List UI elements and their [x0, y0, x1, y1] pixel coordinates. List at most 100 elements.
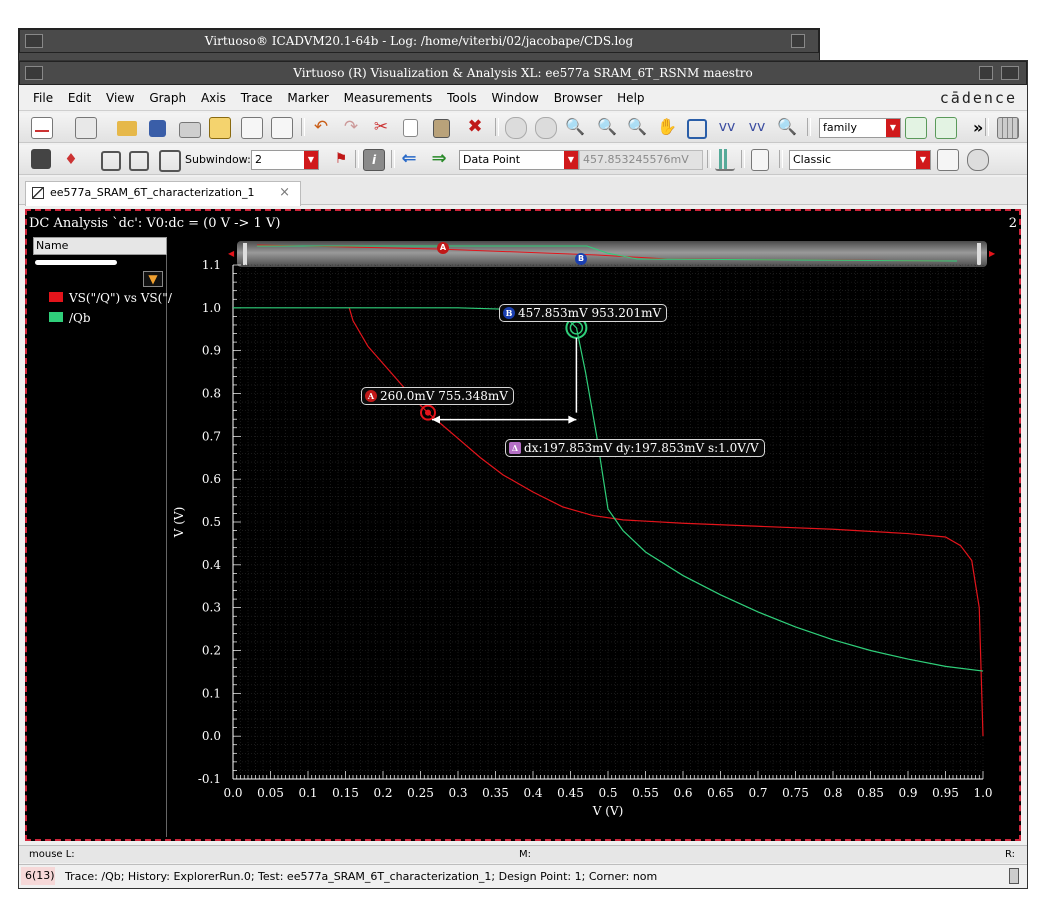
log-window-titlebar[interactable]: Virtuoso® ICADVM20.1-64b - Log: /home/vi…	[19, 29, 819, 53]
x-tick-label: 0.9	[898, 786, 917, 800]
log-window-menu-button[interactable]	[25, 34, 43, 48]
menu-tools[interactable]: Tools	[447, 87, 477, 109]
legend-filter-icon[interactable]: ▼	[143, 271, 163, 287]
subwindow-combo[interactable]: 2 ▼	[251, 150, 319, 170]
menu-trace[interactable]: Trace	[241, 87, 273, 109]
rows-layout-icon[interactable]	[101, 151, 121, 171]
print-plot-icon[interactable]	[209, 117, 231, 139]
style-combo-value: Classic	[793, 153, 832, 166]
info-icon[interactable]: i	[363, 149, 385, 171]
toolbar-separator	[807, 118, 811, 136]
grid-icon[interactable]	[997, 117, 1019, 139]
calculator-icon[interactable]	[751, 149, 769, 171]
zoom-y-icon[interactable]: ᴠᴠ	[747, 117, 767, 137]
settings-icon[interactable]	[967, 149, 989, 171]
menu-view[interactable]: View	[106, 87, 134, 109]
x-tick-label: 0.15	[332, 786, 359, 800]
chevron-down-icon: ▼	[916, 151, 930, 169]
x-tick-label: 0.35	[482, 786, 509, 800]
toolbar-overflow[interactable]: »	[973, 118, 983, 137]
mouse-l-status: mouse L:	[29, 849, 75, 860]
delete-icon[interactable]: ✖	[465, 117, 485, 137]
menu-measurements[interactable]: Measurements	[344, 87, 433, 109]
right-arrow-icon[interactable]: ⇒	[429, 149, 449, 169]
y-axis-label: V (V)	[172, 507, 186, 539]
legend-label-qb: /Qb	[69, 311, 91, 325]
tab-close-icon[interactable]: ×	[279, 182, 290, 204]
flag-icon[interactable]: ⚑	[331, 149, 351, 169]
delta-marker-label[interactable]: Δdx:197.853mV dy:197.853mV s:1.0V/V	[505, 439, 765, 457]
waveform-tab-icon	[32, 187, 44, 199]
menu-window[interactable]: Window	[492, 87, 539, 109]
copy-icon[interactable]	[403, 119, 418, 137]
legend-filter-input[interactable]	[35, 260, 117, 265]
layout-icon[interactable]	[75, 117, 97, 139]
family-combo[interactable]: family ▼	[819, 118, 901, 138]
new-window-icon[interactable]	[31, 117, 53, 139]
legend-item-q[interactable]: VS("/Q") vs VS("/	[49, 291, 172, 305]
dc-analysis-chart[interactable]: 0.0 0.05 0.1 0.15 0.2 0.25 0.3 0.35 0.4 0.45 0.5 0.…	[169, 255, 1019, 835]
cut-icon[interactable]: ✂	[371, 117, 391, 137]
tab-ee577a-characterization[interactable]: ee577a_SRAM_6T_characterization_1 ×	[25, 181, 301, 206]
toolbar-separator	[741, 150, 745, 168]
main-window-title: Virtuoso (R) Visualization & Analysis XL…	[293, 66, 753, 80]
undo-icon[interactable]: ↶	[311, 117, 331, 137]
x-tick-label: 0.4	[523, 786, 542, 800]
menu-help[interactable]: Help	[617, 87, 644, 109]
y-tick-label: 0.5	[202, 515, 221, 529]
redo-icon[interactable]: ↷	[341, 117, 361, 137]
append-icon[interactable]	[935, 117, 957, 139]
maximize-button[interactable]	[1001, 66, 1019, 80]
y-tick-label: 0.2	[202, 644, 221, 658]
menu-graph[interactable]: Graph	[149, 87, 186, 109]
cards-icon[interactable]: ♦	[61, 149, 81, 169]
menu-marker[interactable]: Marker	[287, 87, 328, 109]
menu-file[interactable]: File	[33, 87, 53, 109]
minimize-button[interactable]	[979, 66, 993, 80]
mouse-status-bar: mouse L: M: R:	[19, 845, 1027, 863]
data-point-combo[interactable]: Data Point ▼	[459, 150, 579, 170]
marker-b-label[interactable]: B 457.853mV 953.201mV	[499, 304, 668, 322]
x-tick-label: 0.75	[782, 786, 809, 800]
x-tick-label: 0.0	[223, 786, 242, 800]
strip-icon[interactable]	[905, 117, 927, 139]
menu-axis[interactable]: Axis	[201, 87, 226, 109]
open-folder-icon[interactable]	[117, 121, 137, 136]
left-arrow-icon[interactable]: ⇐	[399, 149, 419, 169]
log-window-minimize-button[interactable]	[791, 34, 805, 48]
zoom-forward-icon[interactable]	[535, 117, 557, 139]
zoom-icon[interactable]: 🔍	[565, 117, 585, 137]
print-icon[interactable]	[179, 122, 201, 138]
menu-edit[interactable]: Edit	[68, 87, 91, 109]
histogram-icon[interactable]	[715, 149, 735, 171]
window-menu-button[interactable]	[25, 66, 43, 80]
point-value-field[interactable]: 457.853245576mV	[579, 150, 703, 170]
toolbar-separator	[985, 118, 989, 136]
menu-browser[interactable]: Browser	[554, 87, 603, 109]
x-tick-label: 0.6	[673, 786, 692, 800]
apply-style-icon[interactable]	[937, 149, 959, 171]
marker-a-text: 260.0mV 755.348mV	[380, 389, 508, 403]
pan-icon[interactable]: ✋	[657, 117, 677, 137]
legend-header[interactable]: Name	[33, 237, 167, 255]
edit-properties-icon[interactable]	[241, 117, 263, 139]
zoom-fit-icon[interactable]: 🔍	[777, 117, 797, 137]
main-window: Virtuoso (R) Visualization & Analysis XL…	[18, 60, 1028, 889]
select-wand-icon[interactable]	[31, 149, 51, 169]
main-window-titlebar[interactable]: Virtuoso (R) Visualization & Analysis XL…	[19, 61, 1027, 85]
zoom-out-icon[interactable]: 🔍	[627, 117, 647, 137]
grid-layout-icon[interactable]	[159, 150, 181, 172]
status-scroll-handle[interactable]	[1009, 868, 1019, 884]
legend-item-qb[interactable]: /Qb	[49, 311, 91, 325]
style-combo[interactable]: Classic ▼	[789, 150, 931, 170]
columns-layout-icon[interactable]	[129, 151, 149, 171]
y-tick-label: 0.8	[202, 387, 221, 401]
fit-icon[interactable]	[687, 119, 707, 139]
zoom-x-icon[interactable]: ᴠᴠ	[717, 117, 737, 137]
zoom-in-icon[interactable]: 🔍	[597, 117, 617, 137]
save-icon[interactable]	[149, 120, 166, 137]
zoom-back-icon[interactable]	[505, 117, 527, 139]
edit-icon[interactable]	[271, 117, 293, 139]
paste-icon[interactable]	[433, 119, 450, 138]
marker-a-label[interactable]: A 260.0mV 755.348mV	[361, 387, 514, 405]
